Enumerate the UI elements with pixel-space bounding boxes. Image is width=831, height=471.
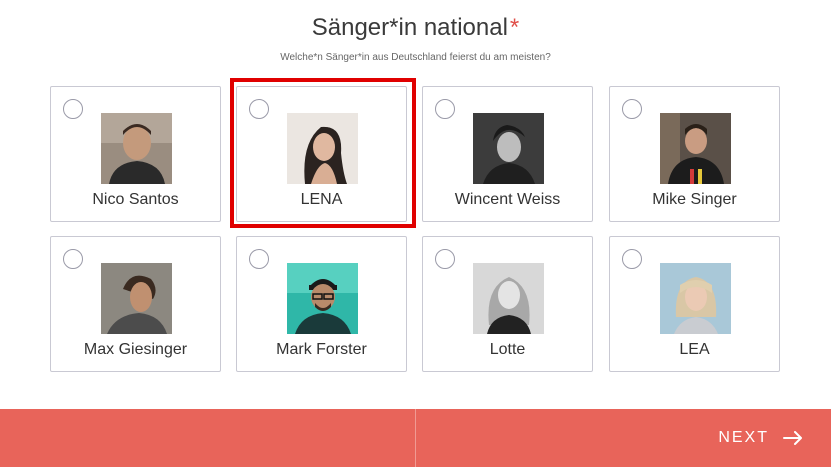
option-label: Mark Forster: [276, 341, 367, 358]
radio-button[interactable]: [63, 99, 83, 119]
option-label: LENA: [300, 191, 343, 208]
option-card-lena[interactable]: LENA: [236, 86, 407, 222]
back-area: [0, 409, 415, 467]
portrait-photo: [660, 113, 731, 184]
option-card-mark-forster[interactable]: Mark Forster: [236, 236, 407, 372]
radio-button[interactable]: [435, 99, 455, 119]
arrow-right-icon: [783, 431, 803, 445]
footer-bar: NEXT: [0, 409, 831, 467]
option-card-max-giesinger[interactable]: Max Giesinger: [50, 236, 221, 372]
option-label: LEA: [679, 341, 710, 358]
portrait-photo: [101, 113, 172, 184]
radio-button[interactable]: [249, 99, 269, 119]
option-label: Mike Singer: [652, 191, 737, 208]
options-grid: Nico Santos LENA Wincent Weiss Mike Sing…: [50, 86, 781, 373]
option-card-lea[interactable]: LEA: [609, 236, 780, 372]
option-card-nico-santos[interactable]: Nico Santos: [50, 86, 221, 222]
next-button[interactable]: NEXT: [718, 427, 803, 449]
portrait-photo: [660, 263, 731, 334]
next-label: NEXT: [718, 429, 769, 446]
portrait-photo: [473, 113, 544, 184]
radio-button[interactable]: [622, 249, 642, 269]
portrait-photo: [287, 263, 358, 334]
option-label: Lotte: [489, 341, 526, 358]
option-card-mike-singer[interactable]: Mike Singer: [609, 86, 780, 222]
question-subtitle: Welche*n Sänger*in aus Deutschland feier…: [280, 52, 551, 63]
question-title-text: Sänger*in national: [311, 14, 508, 41]
option-label: Max Giesinger: [83, 341, 188, 358]
radio-button[interactable]: [622, 99, 642, 119]
footer-divider: [415, 409, 416, 467]
option-card-wincent-weiss[interactable]: Wincent Weiss: [422, 86, 593, 222]
option-label: Nico Santos: [92, 191, 179, 208]
portrait-photo: [101, 263, 172, 334]
portrait-photo: [287, 113, 358, 184]
radio-button[interactable]: [249, 249, 269, 269]
option-label: Wincent Weiss: [454, 191, 561, 208]
radio-button[interactable]: [63, 249, 83, 269]
radio-button[interactable]: [435, 249, 455, 269]
portrait-photo: [473, 263, 544, 334]
question-title: Sänger*in national*: [0, 14, 831, 42]
option-card-lotte[interactable]: Lotte: [422, 236, 593, 372]
required-asterisk: *: [509, 14, 520, 41]
